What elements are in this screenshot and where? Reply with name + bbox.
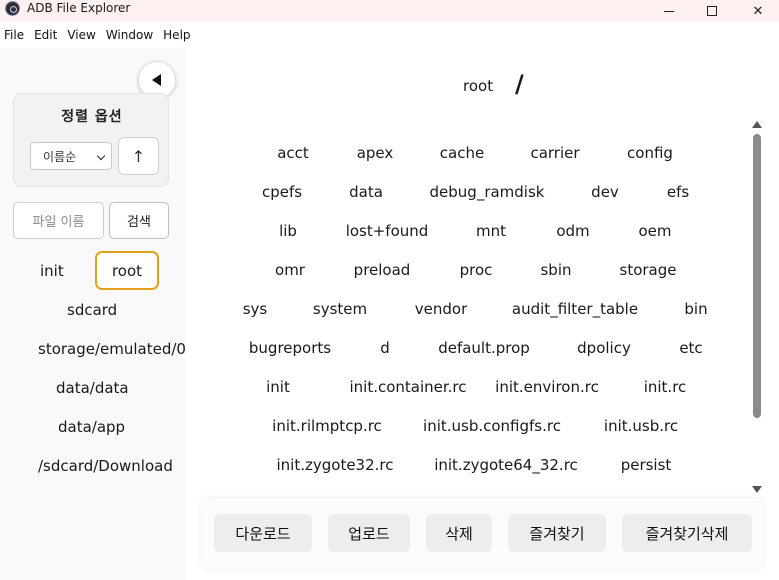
delete-button[interactable]: 삭제 [426, 514, 492, 552]
filename-placeholder: 파일 이름 [32, 215, 85, 230]
menu-view[interactable]: View [67, 28, 95, 42]
file-item[interactable]: vendor [415, 300, 467, 318]
sort-options-panel: 정렬 옵션 이름순 ↑ [13, 93, 169, 187]
favorite-sdcard-download[interactable]: /sdcard/Download [38, 457, 173, 475]
delete-favorite-button[interactable]: 즐겨찾기삭제 [622, 514, 752, 552]
file-item[interactable]: efs [667, 183, 689, 201]
file-item[interactable]: init.zygote32.rc [277, 456, 394, 474]
file-item[interactable]: init.rilmptcp.rc [272, 417, 382, 435]
file-item[interactable]: oem [638, 222, 671, 240]
menu-edit[interactable]: Edit [34, 28, 57, 42]
file-item[interactable]: default.prop [438, 339, 530, 357]
file-item[interactable]: omr [275, 261, 305, 279]
sort-select-value: 이름순 [43, 149, 77, 164]
close-icon: ✕ [752, 3, 764, 19]
file-item[interactable]: bin [684, 300, 707, 318]
file-item[interactable]: dpolicy [577, 339, 631, 357]
scroll-up-arrow-icon[interactable] [752, 121, 762, 128]
path-separator[interactable]: / [515, 70, 524, 98]
file-item[interactable]: proc [460, 261, 493, 279]
favorite-storage-emulated[interactable]: storage/emulated/0 [38, 340, 186, 358]
file-item[interactable]: init.environ.rc [495, 378, 599, 396]
upload-button[interactable]: 업로드 [328, 514, 410, 552]
filename-input[interactable]: 파일 이름 [13, 202, 104, 239]
file-item[interactable]: cpefs [262, 183, 302, 201]
file-item[interactable]: init.usb.rc [604, 417, 678, 435]
favorite-data-app[interactable]: data/app [58, 418, 125, 436]
menu-window[interactable]: Window [106, 28, 153, 42]
file-item[interactable]: sys [243, 300, 268, 318]
file-item[interactable]: bugreports [249, 339, 331, 357]
favorite-init[interactable]: init [40, 262, 64, 280]
menu-bar: File Edit View Window Help [0, 22, 779, 48]
file-item[interactable]: sbin [540, 261, 571, 279]
favorite-root-selected[interactable]: root [95, 251, 159, 290]
title-bar: ADB File Explorer ✕ [0, 0, 779, 22]
minimize-icon [664, 10, 674, 12]
download-button[interactable]: 다운로드 [214, 514, 312, 552]
maximize-icon [707, 6, 717, 16]
sort-options-title: 정렬 옵션 [61, 109, 123, 125]
file-item[interactable]: apex [357, 144, 394, 162]
window-title: ADB File Explorer [27, 1, 131, 15]
file-item[interactable]: data [349, 183, 383, 201]
file-item[interactable]: init.zygote64_32.rc [434, 456, 578, 474]
sort-select[interactable]: 이름순 [30, 142, 112, 170]
close-button[interactable]: ✕ [735, 0, 779, 22]
scrollbar-thumb[interactable] [753, 134, 761, 418]
file-item[interactable]: debug_ramdisk [430, 183, 545, 201]
scroll-down-arrow-icon[interactable] [752, 486, 762, 493]
app-icon [5, 1, 20, 16]
file-item[interactable]: init.container.rc [349, 378, 466, 396]
file-item[interactable]: lost+found [346, 222, 429, 240]
maximize-button[interactable] [689, 0, 735, 22]
file-item[interactable]: init.rc [644, 378, 687, 396]
file-item[interactable]: dev [591, 183, 619, 201]
add-favorite-button[interactable]: 즐겨찾기 [508, 514, 606, 552]
current-path-root: root [463, 77, 494, 95]
file-item[interactable]: init [266, 378, 290, 396]
file-item[interactable]: config [627, 144, 673, 162]
favorite-data-data[interactable]: data/data [56, 379, 129, 397]
file-item[interactable]: lib [279, 222, 297, 240]
file-item[interactable]: odm [556, 222, 589, 240]
search-button[interactable]: 검색 [109, 202, 169, 239]
file-item[interactable]: init.usb.configfs.rc [423, 417, 561, 435]
arrow-up-icon: ↑ [131, 146, 146, 166]
minimize-button[interactable] [646, 0, 692, 22]
file-item[interactable]: persist [621, 456, 672, 474]
file-item[interactable]: audit_filter_table [512, 300, 638, 318]
triangle-left-icon [151, 74, 161, 86]
sort-direction-button[interactable]: ↑ [118, 137, 159, 175]
file-item[interactable]: cache [440, 144, 484, 162]
file-item[interactable]: preload [354, 261, 411, 279]
menu-help[interactable]: Help [163, 28, 190, 42]
chevron-down-icon [96, 151, 106, 161]
file-item[interactable]: storage [620, 261, 677, 279]
file-item[interactable]: mnt [476, 222, 506, 240]
file-item[interactable]: etc [679, 339, 702, 357]
menu-file[interactable]: File [4, 28, 24, 42]
favorite-sdcard[interactable]: sdcard [67, 301, 117, 319]
file-item[interactable]: system [313, 300, 367, 318]
file-item[interactable]: acct [277, 144, 309, 162]
file-item[interactable]: d [380, 339, 390, 357]
file-item[interactable]: carrier [530, 144, 579, 162]
